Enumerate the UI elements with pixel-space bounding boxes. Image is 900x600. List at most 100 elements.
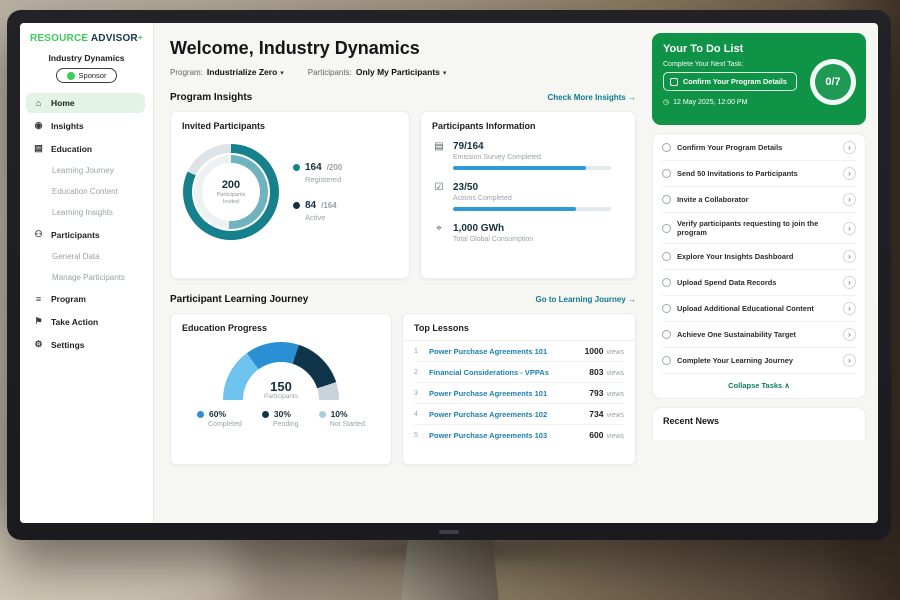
sponsor-label: Sponsor xyxy=(79,71,107,80)
todo-progress-ring: 0/7 xyxy=(810,59,856,105)
gauge-legend-item: 60% Completed xyxy=(197,409,242,428)
lesson-link[interactable]: Power Purchase Agreements 101 xyxy=(429,347,578,356)
sidebar-item[interactable]: ⌂ Home xyxy=(26,93,145,113)
sidebar-item-label: Learning Insights xyxy=(52,208,113,217)
task-row[interactable]: Send 50 Invitations to Participants › xyxy=(662,161,856,187)
legend-item: 84/164 Active xyxy=(293,200,342,222)
lesson-link[interactable]: Financial Considerations - VPPAs xyxy=(429,368,582,377)
task-checkbox[interactable] xyxy=(662,356,671,365)
task-row[interactable]: Verify participants requesting to join t… xyxy=(662,213,856,244)
chevron-right-icon[interactable]: › xyxy=(843,250,856,263)
sidebar-item[interactable]: General Data xyxy=(26,247,145,266)
sidebar-item-label: Take Action xyxy=(51,317,98,327)
sidebar-item[interactable]: ⚇ Participants xyxy=(26,224,145,245)
program-filter[interactable]: Program:Industrialize Zero▾ xyxy=(170,67,284,77)
task-checkbox[interactable] xyxy=(662,195,671,204)
section-title: Program Insights xyxy=(170,92,252,103)
stat-label: Actions Completed xyxy=(453,195,611,202)
invited-participants-donut: 200 Participants Invited xyxy=(183,144,279,240)
sidebar-item-icon: ≡ xyxy=(33,294,44,304)
lesson-link[interactable]: Power Purchase Agreements 101 xyxy=(429,389,582,398)
checkbox-icon[interactable] xyxy=(670,78,678,86)
sidebar-item-icon: ⚙ xyxy=(33,339,44,350)
task-row[interactable]: Explore Your Insights Dashboard › xyxy=(662,244,856,270)
card-title: Top Lessons xyxy=(403,314,635,341)
monitor-logo xyxy=(439,530,459,534)
donut-center-label: Participants Invited xyxy=(210,192,252,206)
sidebar-item[interactable]: ⚑ Take Action xyxy=(26,311,145,332)
gauge-legend-item: 10% Not Started xyxy=(319,409,365,428)
legend-dot-icon xyxy=(262,411,269,418)
chevron-right-icon[interactable]: › xyxy=(843,302,856,315)
sidebar-item[interactable]: Manage Participants xyxy=(26,268,145,287)
card-title: Invited Participants xyxy=(171,112,409,131)
sidebar-item[interactable]: Learning Journey xyxy=(26,161,145,180)
donut-legend: 164/200 Registered 84/164 xyxy=(293,162,342,222)
lesson-views-count: 600 xyxy=(589,430,603,440)
legend-label: Completed xyxy=(208,421,242,428)
chevron-right-icon[interactable]: › xyxy=(843,328,856,341)
collapse-tasks-link[interactable]: Collapse Tasks ∧ xyxy=(662,374,856,396)
lesson-row: 3 Power Purchase Agreements 101 793views xyxy=(414,383,624,404)
donut-center: 200 Participants Invited xyxy=(202,163,260,221)
task-checkbox[interactable] xyxy=(662,252,671,261)
progress-fill xyxy=(453,166,586,170)
chevron-up-icon: ∧ xyxy=(784,381,790,390)
task-row[interactable]: Confirm Your Program Details › xyxy=(662,135,856,161)
sidebar-item[interactable]: ◉ Insights xyxy=(26,115,145,136)
stat-value: 1,000 GWh xyxy=(453,223,533,234)
stat-label: Emission Survey Completed xyxy=(453,154,611,161)
next-task[interactable]: Confirm Your Program Details xyxy=(663,72,797,91)
task-label: Upload Additional Educational Content xyxy=(677,304,837,313)
task-checkbox[interactable] xyxy=(662,143,671,152)
participants-filter[interactable]: Participants:Only My Participants▾ xyxy=(308,67,447,77)
stat-row: ▤ 79/164 Emission Survey Completed xyxy=(433,141,623,170)
sidebar-item[interactable]: ≡ Program xyxy=(26,289,145,309)
learning-cards-row: Education Progress 150 Participants xyxy=(170,313,636,465)
legend-value: 60% xyxy=(209,409,226,419)
lesson-row: 4 Power Purchase Agreements 102 734views xyxy=(414,404,624,425)
task-row[interactable]: Upload Spend Data Records › xyxy=(662,270,856,296)
chevron-right-icon[interactable]: › xyxy=(843,141,856,154)
task-label: Send 50 Invitations to Participants xyxy=(677,169,837,178)
section-title: Participant Learning Journey xyxy=(170,294,308,305)
task-checkbox[interactable] xyxy=(662,278,671,287)
sidebar-item-label: Insights xyxy=(51,121,84,131)
task-checkbox[interactable] xyxy=(662,304,671,313)
todo-progress-count: 0/7 xyxy=(825,76,840,88)
lesson-link[interactable]: Power Purchase Agreements 103 xyxy=(429,431,582,440)
legend-dot-icon xyxy=(319,411,326,418)
lesson-link[interactable]: Power Purchase Agreements 102 xyxy=(429,410,582,419)
chevron-right-icon[interactable]: › xyxy=(843,354,856,367)
check-more-insights-link[interactable]: Check More Insights → xyxy=(548,93,636,102)
sidebar-item[interactable]: Education Content xyxy=(26,182,145,201)
progress-bar xyxy=(453,207,611,211)
main-content: Welcome, Industry Dynamics Program:Indus… xyxy=(154,23,648,523)
task-row[interactable]: Upload Additional Educational Content › xyxy=(662,296,856,322)
sidebar-item[interactable]: ⚙ Settings xyxy=(26,334,145,355)
task-label: Verify participants requesting to join t… xyxy=(677,219,837,237)
chevron-right-icon[interactable]: › xyxy=(843,193,856,206)
sponsor-badge: Sponsor xyxy=(56,68,118,83)
next-task-label: Confirm Your Program Details xyxy=(683,77,787,86)
go-to-learning-journey-link[interactable]: Go to Learning Journey → xyxy=(536,295,636,304)
chevron-right-icon[interactable]: › xyxy=(843,276,856,289)
task-row[interactable]: Achieve One Sustainability Target › xyxy=(662,322,856,348)
task-checkbox[interactable] xyxy=(662,330,671,339)
sidebar-nav: ⌂ Home ◉ Insights ▤ Education xyxy=(20,93,153,355)
education-progress-card: Education Progress 150 Participants xyxy=(170,313,392,465)
sidebar-item-icon: ⚑ xyxy=(33,316,44,327)
sidebar-item[interactable]: ▤ Education xyxy=(26,138,145,159)
task-label: Confirm Your Program Details xyxy=(677,143,837,152)
chevron-right-icon[interactable]: › xyxy=(843,222,856,235)
recent-news-title: Recent News xyxy=(663,416,719,426)
brand-secondary: ADVISOR xyxy=(91,33,138,44)
task-checkbox[interactable] xyxy=(662,224,671,233)
task-row[interactable]: Complete Your Learning Journey › xyxy=(662,348,856,374)
brand-plus: + xyxy=(138,33,143,42)
sidebar-item[interactable]: Learning Insights xyxy=(26,203,145,222)
task-row[interactable]: Invite a Collaborator › xyxy=(662,187,856,213)
chevron-right-icon[interactable]: › xyxy=(843,167,856,180)
task-checkbox[interactable] xyxy=(662,169,671,178)
sidebar-item-label: Education Content xyxy=(52,187,118,196)
